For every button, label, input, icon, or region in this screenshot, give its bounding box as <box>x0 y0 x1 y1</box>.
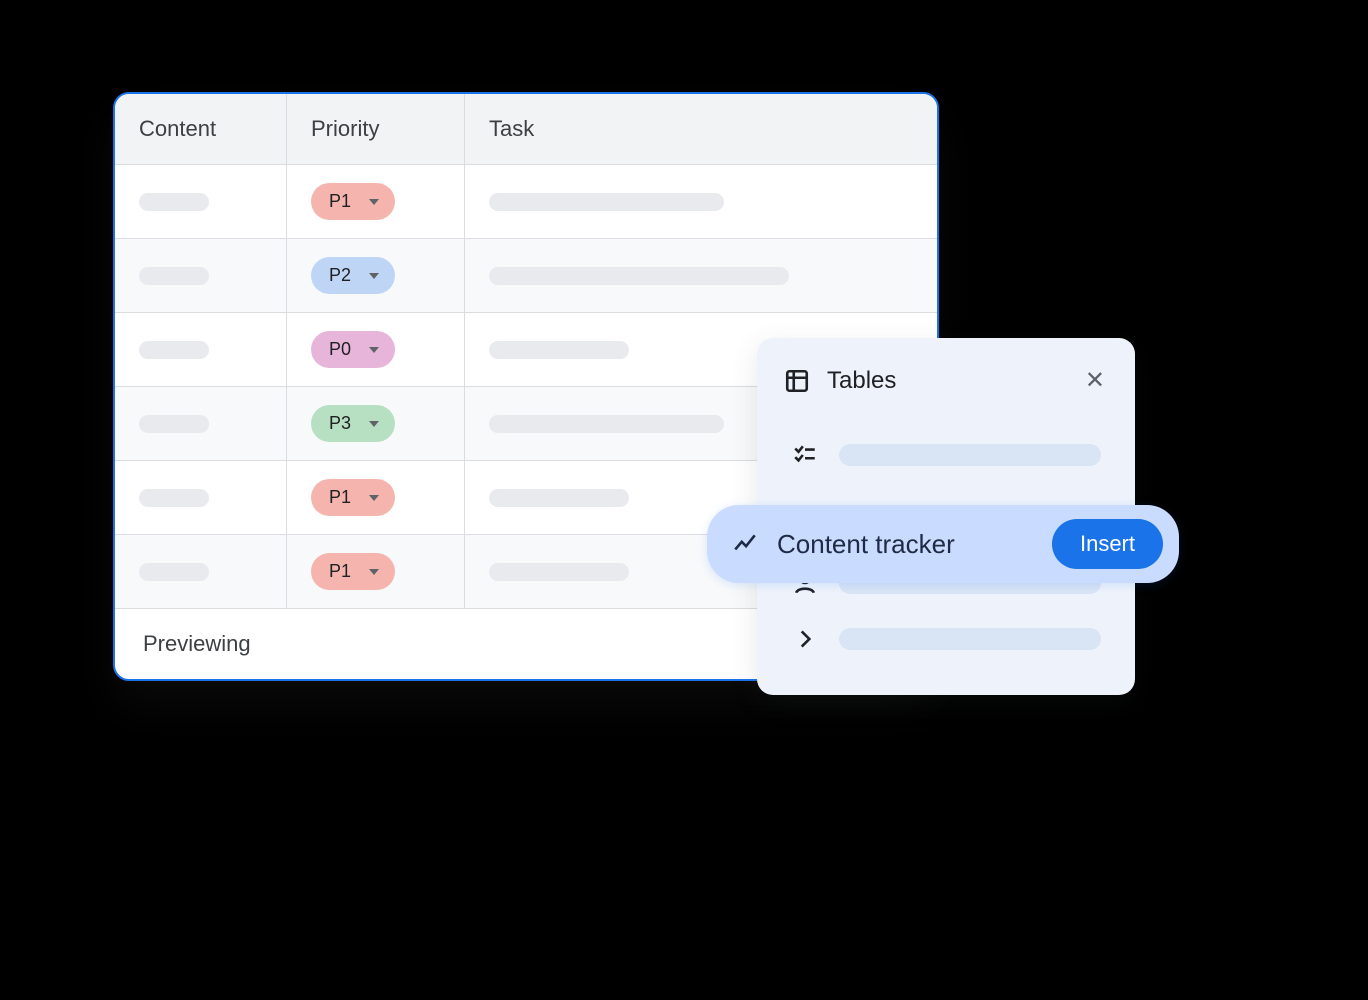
priority-chip[interactable]: P1 <box>311 553 395 590</box>
priority-label: P3 <box>329 413 351 434</box>
template-selection-content-tracker[interactable]: Content tracker Insert <box>707 505 1179 583</box>
tables-panel-header: Tables ✕ <box>783 362 1109 399</box>
template-item-placeholder <box>839 628 1101 650</box>
checklist-icon <box>791 441 819 469</box>
table-row: P2 <box>115 239 937 313</box>
cell-content <box>115 239 287 312</box>
col-header-priority: Priority <box>287 94 465 164</box>
insert-button[interactable]: Insert <box>1052 519 1163 569</box>
template-selection-label: Content tracker <box>777 529 1034 560</box>
close-icon[interactable]: ✕ <box>1081 362 1109 399</box>
content-placeholder <box>139 267 209 285</box>
priority-label: P1 <box>329 191 351 212</box>
tables-panel-title: Tables <box>827 367 1065 395</box>
cell-priority: P2 <box>287 239 465 312</box>
chevron-down-icon <box>369 495 379 501</box>
chevron-right-icon <box>791 625 819 653</box>
template-item[interactable] <box>783 611 1109 667</box>
priority-chip[interactable]: P3 <box>311 405 395 442</box>
task-placeholder <box>489 267 789 285</box>
priority-label: P0 <box>329 339 351 360</box>
col-header-content: Content <box>115 94 287 164</box>
cell-priority: P1 <box>287 535 465 608</box>
task-placeholder <box>489 193 724 211</box>
priority-label: P1 <box>329 561 351 582</box>
trend-line-icon <box>731 530 759 558</box>
cell-priority: P1 <box>287 165 465 238</box>
template-item[interactable] <box>783 427 1109 483</box>
cell-content <box>115 387 287 460</box>
template-item-placeholder <box>839 444 1101 466</box>
chevron-down-icon <box>369 199 379 205</box>
cell-priority: P1 <box>287 461 465 534</box>
content-placeholder <box>139 563 209 581</box>
table-icon <box>783 367 811 395</box>
col-header-task: Task <box>465 94 937 164</box>
cell-content <box>115 461 287 534</box>
priority-label: P2 <box>329 265 351 286</box>
table-header-row: Content Priority Task <box>115 94 937 165</box>
task-placeholder <box>489 489 629 507</box>
task-placeholder <box>489 415 724 433</box>
priority-chip[interactable]: P2 <box>311 257 395 294</box>
content-placeholder <box>139 489 209 507</box>
task-placeholder <box>489 563 629 581</box>
content-placeholder <box>139 415 209 433</box>
cell-task <box>465 165 937 238</box>
cell-content <box>115 313 287 386</box>
cell-content <box>115 165 287 238</box>
chevron-down-icon <box>369 569 379 575</box>
priority-chip[interactable]: P0 <box>311 331 395 368</box>
cell-content <box>115 535 287 608</box>
cell-priority: P0 <box>287 313 465 386</box>
table-row: P1 <box>115 165 937 239</box>
chevron-down-icon <box>369 273 379 279</box>
content-placeholder <box>139 193 209 211</box>
chevron-down-icon <box>369 421 379 427</box>
priority-chip[interactable]: P1 <box>311 183 395 220</box>
content-placeholder <box>139 341 209 359</box>
cell-task <box>465 239 937 312</box>
priority-chip[interactable]: P1 <box>311 479 395 516</box>
cell-priority: P3 <box>287 387 465 460</box>
priority-label: P1 <box>329 487 351 508</box>
task-placeholder <box>489 341 629 359</box>
chevron-down-icon <box>369 347 379 353</box>
